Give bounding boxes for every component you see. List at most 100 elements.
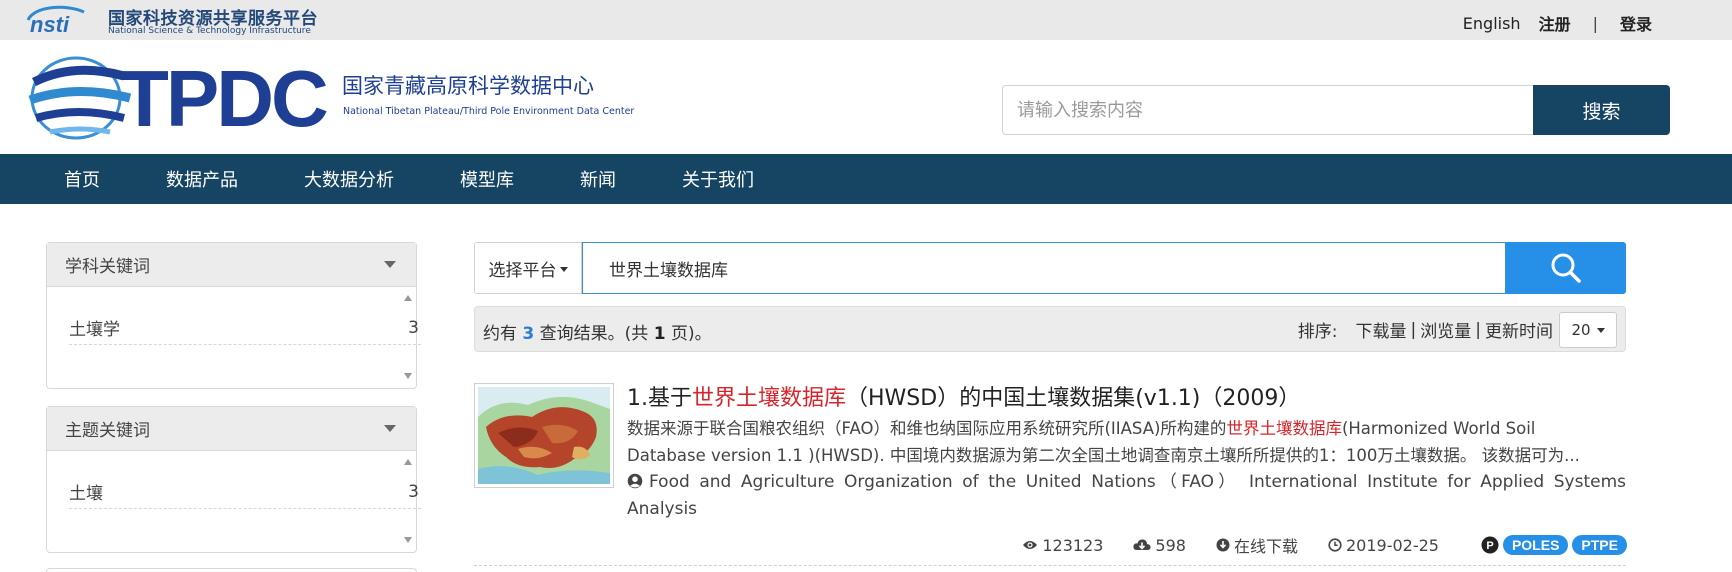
p-badge-icon: P [1481,536,1499,554]
caret-down-icon [559,266,568,272]
online-download-label: 在线下载 [1233,537,1298,556]
platform-select-label: 选择平台 [488,260,557,281]
result-count-prefix: 约有 [483,324,517,344]
english-link[interactable]: English [1463,14,1521,33]
nav-item-news[interactable]: 新闻 [580,166,616,192]
main-search: 选择平台 [474,242,1626,294]
sort-by-downloads[interactable]: 下载量 [1356,317,1407,342]
caret-down-icon[interactable] [384,261,396,268]
desc-highlight: 世界土壤数据库 [1226,419,1342,438]
scroll-up-icon[interactable] [404,295,412,301]
register-link[interactable]: 注册 [1539,11,1571,35]
search-icon [1551,253,1581,283]
per-page-select[interactable]: 20 [1559,312,1617,348]
title-highlight: 世界土壤数据库 [692,386,847,411]
online-download[interactable]: 在线下载 [1216,533,1298,557]
login-link[interactable]: 登录 [1620,11,1652,35]
view-count: 123123 [1022,536,1103,555]
list-item[interactable]: 土壤学 3 [69,311,421,345]
view-count-value: 123123 [1042,535,1104,555]
nsti-logo-icon: nsti [26,5,85,36]
sort-options: 排序: 下载量 | 浏览量 | 更新时间 [1297,317,1553,343]
subject-keywords-list: 土壤学 3 [47,287,421,388]
cloud-download-icon [1133,539,1151,550]
per-page-value: 20 [1571,321,1591,339]
scrollbar[interactable] [402,291,414,383]
result-summary-bar: 约有 3 查询结果。(共 1 页)。 排序: 下载量 | 浏览量 | 更新时间 … [474,306,1626,352]
platform-tags: P POLES PTPE [1481,535,1627,555]
dataset-title-link[interactable]: 1.基于世界土壤数据库（HWSD）的中国土壤数据集(v1.1)（2009） [627,380,1300,412]
panel-title: 学科关键词 [65,257,150,277]
desc-part1: 数据来源于联合国粮农组织（FAO）和维也纳国际应用系统研究所(IIASA)所构建… [627,419,1227,438]
top-strip: nsti 国家科技资源共享服务平台 National Science & Tec… [0,0,1732,40]
clock-icon [1328,538,1342,552]
update-date-value: 2019-02-25 [1345,535,1439,555]
sort-by-views[interactable]: 浏览量 [1420,317,1471,342]
subject-keywords-header[interactable]: 学科关键词 [47,243,416,287]
nav-item-big-data-analysis[interactable]: 大数据分析 [304,166,394,192]
result-page-count: 1 [653,324,666,344]
nsti-logo[interactable]: nsti 国家科技资源共享服务平台 National Science & Tec… [24,2,329,38]
center-name-cn: 国家青藏高原科学数据中心 [342,74,594,98]
tpdc-logo-text: TPDC [120,54,329,143]
platform-select[interactable]: 选择平台 [474,242,582,294]
nav-item-data-products[interactable]: 数据产品 [166,166,238,192]
header-search-input[interactable] [1002,85,1533,135]
nav-item-model-library[interactable]: 模型库 [460,166,514,192]
title-suffix: （HWSD）的中国土壤数据集(v1.1)（2009） [846,386,1301,411]
site-header: TPDC 国家青藏高原科学数据中心 National Tibetan Plate… [0,40,1732,154]
main-search-input[interactable] [582,242,1506,294]
tag-poles[interactable]: POLES [1502,535,1569,555]
user-circle-icon [627,473,643,489]
svg-text:nsti: nsti [30,12,70,36]
sort-separator: | [1410,319,1417,340]
keyword-label: 土壤学 [69,320,120,340]
top-links: English 注册 | 登录 [1463,11,1652,35]
subject-keywords-panel: 学科关键词 土壤学 3 [46,242,421,389]
center-name-en: National Tibetan Plateau/Third Pole Envi… [343,106,635,117]
download-count: 598 [1133,536,1186,555]
dataset-description: 数据来源于联合国粮农组织（FAO）和维也纳国际应用系统研究所(IIASA)所构建… [627,415,1626,469]
header-search-button[interactable]: 搜索 [1533,85,1670,135]
topic-keywords-list: 土壤 3 [47,451,421,552]
scroll-up-icon[interactable] [404,459,412,465]
result-count-middle: 查询结果。(共 [539,324,649,344]
sort-label: 排序: [1297,322,1338,342]
scroll-down-icon[interactable] [404,373,412,379]
eye-icon [1023,541,1038,549]
topic-keywords-header[interactable]: 主题关键词 [47,407,416,451]
sort-by-update-time[interactable]: 更新时间 [1485,317,1553,342]
tpdc-logo[interactable]: TPDC 国家青藏高原科学数据中心 National Tibetan Plate… [24,52,634,143]
nsti-name-en: National Science & Technology Infrastruc… [108,26,311,36]
dataset-meta: 123123 598 在线下载 2019-02-25 P POLES PTPE [992,533,1627,557]
header-search: 搜索 [1002,85,1670,135]
download-count-value: 598 [1155,535,1186,555]
dataset-authors: Food and Agriculture Organization of the… [627,469,1626,523]
update-date: 2019-02-25 [1328,536,1439,555]
nav-item-about-us[interactable]: 关于我们 [682,166,754,192]
desc-part2: (Harmonized World Soil [1341,419,1536,438]
next-panel-edge [46,568,417,572]
desc-line2: Database version 1.1 )(HWSD). 中国境内数据源为第二… [627,446,1580,465]
keyword-label: 土壤 [69,484,103,504]
tag-ptpe[interactable]: PTPE [1572,535,1627,555]
panel-title: 主题关键词 [65,421,150,441]
result-count-number: 3 [522,324,535,344]
caret-down-icon[interactable] [384,425,396,432]
main-nav: 首页 数据产品 大数据分析 模型库 新闻 关于我们 [0,154,1732,204]
result-count: 约有 3 查询结果。(共 1 页)。 [483,319,712,344]
dataset-thumbnail[interactable] [474,383,614,488]
link-separator: | [1592,13,1598,33]
nav-item-home[interactable]: 首页 [64,166,100,192]
list-item[interactable]: 土壤 3 [69,475,421,509]
authors-text: Food and Agriculture Organization of the… [627,472,1626,519]
main-search-button[interactable] [1506,242,1626,294]
china-soil-map-image [478,387,610,484]
scroll-down-icon[interactable] [404,537,412,543]
globe-logo-icon [28,56,132,140]
caret-down-icon [1596,327,1605,333]
topic-keywords-panel: 主题关键词 土壤 3 [46,406,421,553]
result-divider [474,565,1626,566]
scrollbar[interactable] [402,455,414,547]
result-count-suffix: 页)。 [670,324,712,344]
